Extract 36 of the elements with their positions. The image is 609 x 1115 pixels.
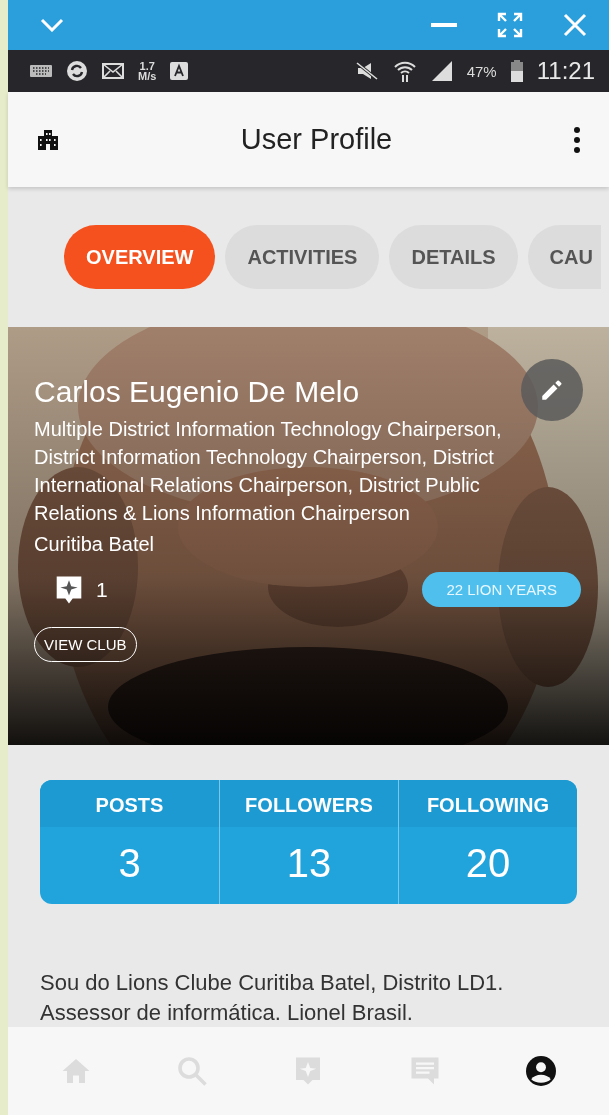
stat-label: FOLLOWERS [220,780,398,827]
stat-value: 20 [465,840,511,887]
building-icon [36,127,60,152]
stat-value: 13 [286,840,332,887]
stat-label: POSTS [40,780,219,827]
minimize-icon[interactable] [431,22,457,28]
close-icon[interactable] [563,13,587,37]
club-name: Curitiba Batel [34,533,156,556]
bio-text: Sou do Lions Clube Curitiba Batel, Distrito LD1. Assessor de informática. Lionel Brasil. [40,969,505,1022]
speed-value: 1.7 [139,61,155,71]
clock-time: 11:21 [536,57,595,85]
wifi-icon [392,59,417,83]
star-badge-icon [54,573,84,606]
signal-icon [430,60,453,82]
badge-count: 1 [96,577,108,602]
tab[interactable]: DETAILS [389,225,518,289]
stat-value: 3 [118,840,141,887]
text-box-icon [170,62,189,80]
sync-icon [66,60,88,82]
battery-percent: 47% [466,62,497,80]
stat-label: FOLLOWING [399,780,577,827]
keyboard-icon [30,65,52,77]
mute-icon [354,61,379,81]
tab[interactable]: OVERVIEW [64,225,216,289]
tab[interactable]: ACTIVITIES [225,225,380,289]
chevron-down-icon[interactable] [40,18,64,32]
more-menu-icon[interactable] [573,125,581,154]
profile-roles: Multiple District Information Technology Chairperson, District Information Technology Chairperson, District International Relations Chairperson, District Public Relations & Lions Information Chairperson [34,417,503,526]
speed-unit: M/s [138,71,157,81]
page-title: User Profile [239,123,394,156]
lion-years-badge: 22 LION YEARS [422,572,581,607]
battery-icon [510,60,523,82]
profile-name: Carlos Eugenio De Melo [34,375,360,409]
mail-icon [102,63,124,79]
expand-icon[interactable] [497,12,523,38]
tab[interactable]: CAU [527,225,601,289]
